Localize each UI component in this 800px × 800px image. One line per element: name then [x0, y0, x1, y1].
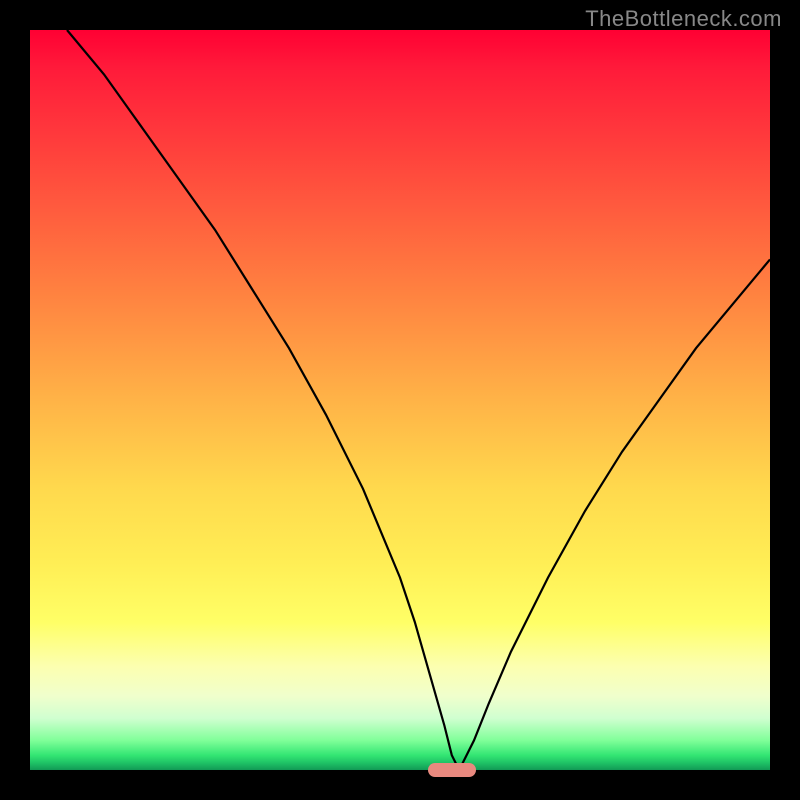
- optimal-point-marker: [428, 763, 476, 777]
- watermark-text: TheBottleneck.com: [585, 6, 782, 32]
- bottleneck-curve: [30, 30, 770, 770]
